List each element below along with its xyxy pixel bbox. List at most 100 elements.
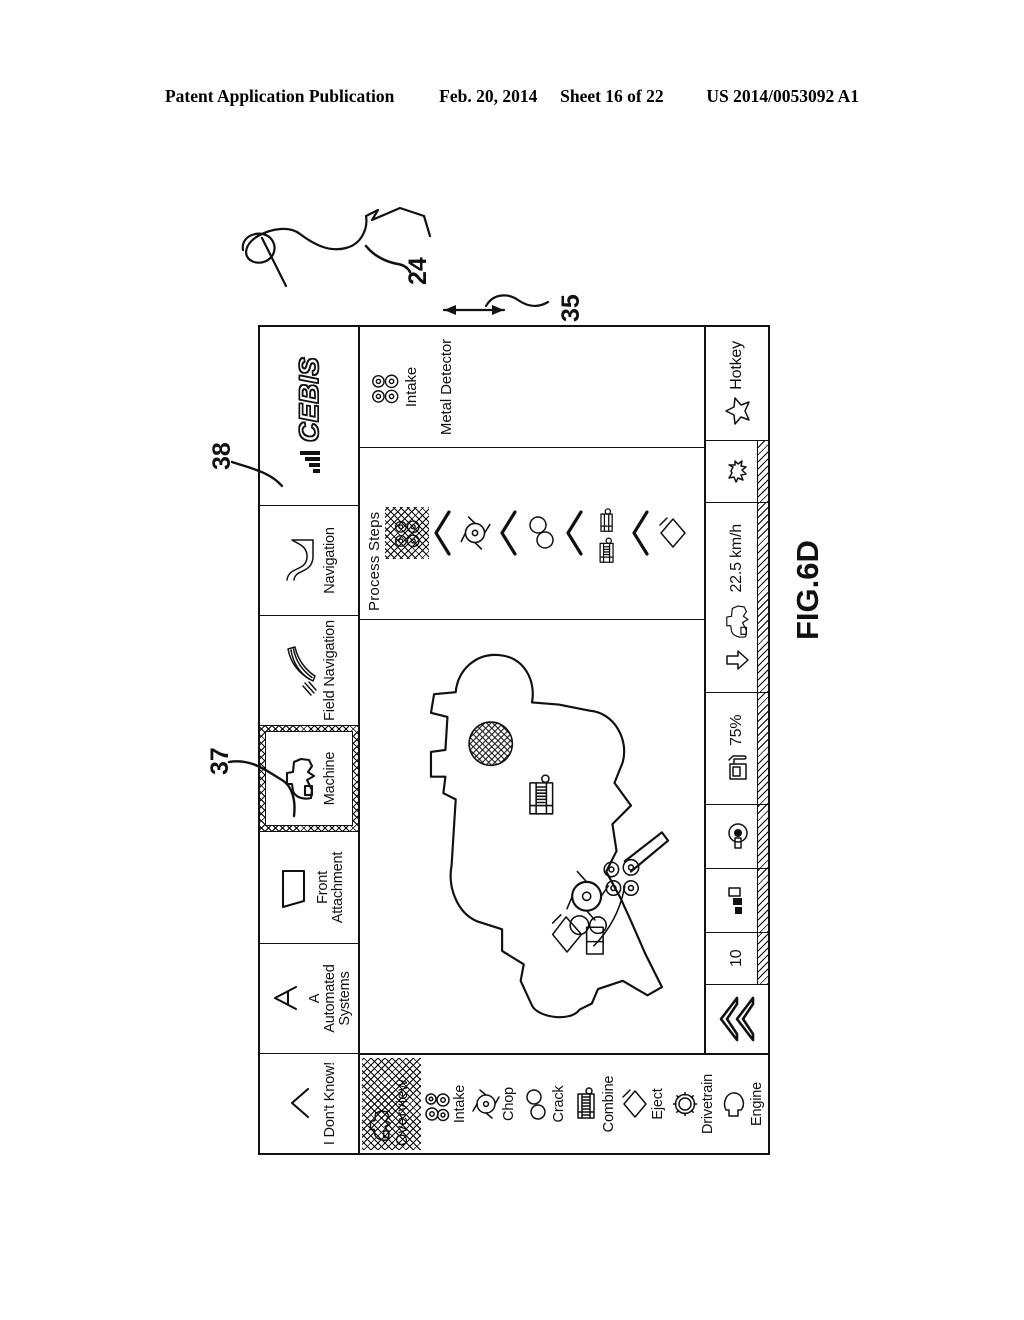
reference-numeral-38: 38 — [208, 442, 236, 470]
nav-item-i-dont-know[interactable]: I Don't Know! — [260, 1053, 358, 1153]
status-counter[interactable]: 10 — [706, 931, 768, 984]
screen-body: Overview Intake Chop Crack Combine Eject… — [360, 327, 768, 1153]
status-bar: 10 75% 22.5 km/h Hotkey — [705, 327, 768, 1053]
arrow-down-icon — [724, 649, 750, 671]
top-navigation-bar: I Don't Know! A Automated Systems Front … — [260, 327, 360, 1153]
sidebar-item-drivetrain[interactable]: Drivetrain — [669, 1055, 719, 1153]
status-hotkey[interactable]: Hotkey — [706, 327, 768, 440]
status-fuel-value: 75% — [728, 714, 745, 747]
sidebar-label-drivetrain: Drivetrain — [699, 1073, 716, 1135]
process-step-separator-chevron-icon — [629, 509, 651, 559]
nav-label-machine: Machine — [322, 751, 338, 806]
nav-item-front-attachment[interactable]: Front Attachment — [260, 831, 358, 943]
sidebar-label-overview: Overview — [394, 1079, 411, 1146]
status-brightness[interactable] — [706, 439, 768, 502]
cebis-terminal-screen: I Don't Know! A Automated Systems Front … — [258, 325, 770, 1155]
process-step-separator-chevron-icon — [563, 509, 585, 559]
status-temperature[interactable] — [706, 803, 768, 868]
sidebar-item-overview-inner: Overview — [366, 1062, 417, 1146]
machine-speed-icon — [722, 599, 752, 643]
status-battery[interactable] — [706, 867, 768, 932]
status-battery-shading — [757, 868, 768, 932]
sidebar-item-overview[interactable]: Overview — [362, 1058, 422, 1150]
field-stripes-icon — [280, 644, 320, 698]
status-speed-value: 22.5 km/h — [728, 524, 745, 593]
sidebar-label-chop: Chop — [501, 1087, 518, 1121]
four-rollers-icon — [424, 1084, 450, 1124]
nav-label-field-navigation: Field Navigation — [322, 620, 338, 721]
sidebar-label-engine: Engine — [749, 1082, 766, 1126]
detail-label-metal-detector: Metal Detector — [438, 338, 455, 436]
process-step-intake[interactable] — [385, 507, 429, 560]
sidebar-item-combine[interactable]: Combine — [570, 1055, 620, 1153]
combine-harvester-icon — [366, 1062, 394, 1146]
two-circles-icon — [523, 1085, 549, 1123]
four-rollers-icon — [370, 365, 400, 409]
nav-item-machine[interactable]: Machine — [260, 725, 358, 831]
machine-schematic[interactable] — [360, 619, 704, 1053]
sidebar-item-chop[interactable]: Chop — [471, 1055, 521, 1153]
signal-bars-icon — [297, 449, 321, 475]
process-step-intake-inner — [389, 513, 425, 555]
process-steps-panel: Process Steps — [360, 447, 704, 619]
main-area: Process Steps Intake Metal Detector — [360, 327, 705, 1053]
content-area: Process Steps Intake Metal Detector 10 7… — [360, 327, 768, 1053]
detail-label-intake: Intake — [403, 366, 420, 408]
collapse-panel-button[interactable] — [706, 983, 768, 1053]
status-speed[interactable]: 22.5 km/h — [706, 501, 768, 692]
sidebar-navigation: Overview Intake Chop Crack Combine Eject… — [360, 1053, 768, 1153]
status-counter-value: 10 — [728, 949, 745, 967]
figure-stage: I Don't Know! A Automated Systems Front … — [0, 0, 1024, 1320]
conditioner-icon — [594, 503, 620, 565]
detail-panel: Intake Metal Detector — [360, 327, 704, 447]
sidebar-label-crack: Crack — [550, 1085, 567, 1123]
conditioner-icon — [573, 1085, 599, 1123]
letter-a-icon — [265, 982, 305, 1016]
header-attachment-icon — [273, 864, 313, 912]
sidebar-label-combine: Combine — [600, 1075, 617, 1133]
diamond-blower-icon — [657, 516, 689, 552]
process-steps-title: Process Steps — [366, 511, 383, 611]
nav-item-field-navigation[interactable]: Field Navigation — [260, 615, 358, 725]
nav-item-cebis[interactable]: CEBIS — [260, 327, 358, 505]
process-step-separator-chevron-icon — [497, 509, 519, 559]
sun-icon — [722, 456, 752, 486]
star-icon — [723, 396, 751, 426]
sidebar-item-intake[interactable]: Intake — [421, 1055, 471, 1153]
process-step-crack[interactable] — [519, 514, 563, 554]
chevron-up-icon — [280, 1084, 320, 1124]
status-fuel-shading — [757, 692, 768, 804]
nav-label-automated-systems: A Automated Systems — [307, 964, 353, 1033]
status-speed-shading — [757, 502, 768, 692]
reference-numeral-24: 24 — [404, 257, 432, 285]
status-brightness-shading — [757, 440, 768, 502]
double-chevron-up-icon — [717, 992, 757, 1046]
process-step-eject[interactable] — [651, 516, 695, 552]
sidebar-item-engine[interactable]: Engine — [718, 1055, 768, 1153]
status-fuel[interactable]: 75% — [706, 691, 768, 804]
process-step-chop[interactable] — [453, 516, 497, 552]
reference-numeral-37: 37 — [206, 747, 234, 775]
fuel-pump-icon — [724, 752, 750, 782]
nav-label-i-dont-know: I Don't Know! — [322, 1061, 338, 1146]
process-step-separator-chevron-icon — [431, 509, 453, 559]
status-counter-shading — [757, 932, 768, 984]
sidebar-label-intake: Intake — [451, 1084, 468, 1124]
chopper-drum-icon — [472, 1087, 501, 1121]
status-temperature-shading — [757, 804, 768, 868]
process-step-combine[interactable] — [585, 503, 629, 565]
nav-item-automated-systems[interactable]: A Automated Systems — [260, 943, 358, 1053]
nav-item-navigation[interactable]: Navigation — [260, 505, 358, 615]
nav-label-front-attachment: Front Attachment — [314, 851, 346, 924]
thermometer-icon — [724, 821, 750, 851]
nav-label-navigation: Navigation — [322, 527, 338, 594]
cebis-wordmark: CEBIS — [293, 356, 324, 443]
sidebar-item-crack[interactable]: Crack — [520, 1055, 570, 1153]
two-circles-icon — [527, 514, 555, 554]
reference-numeral-35: 35 — [557, 294, 585, 322]
route-curve-icon — [280, 535, 320, 587]
process-steps-list — [383, 448, 704, 619]
sidebar-item-eject[interactable]: Eject — [619, 1055, 669, 1153]
nav-item-machine-inner: Machine — [265, 731, 353, 826]
battery-icon — [726, 885, 748, 915]
